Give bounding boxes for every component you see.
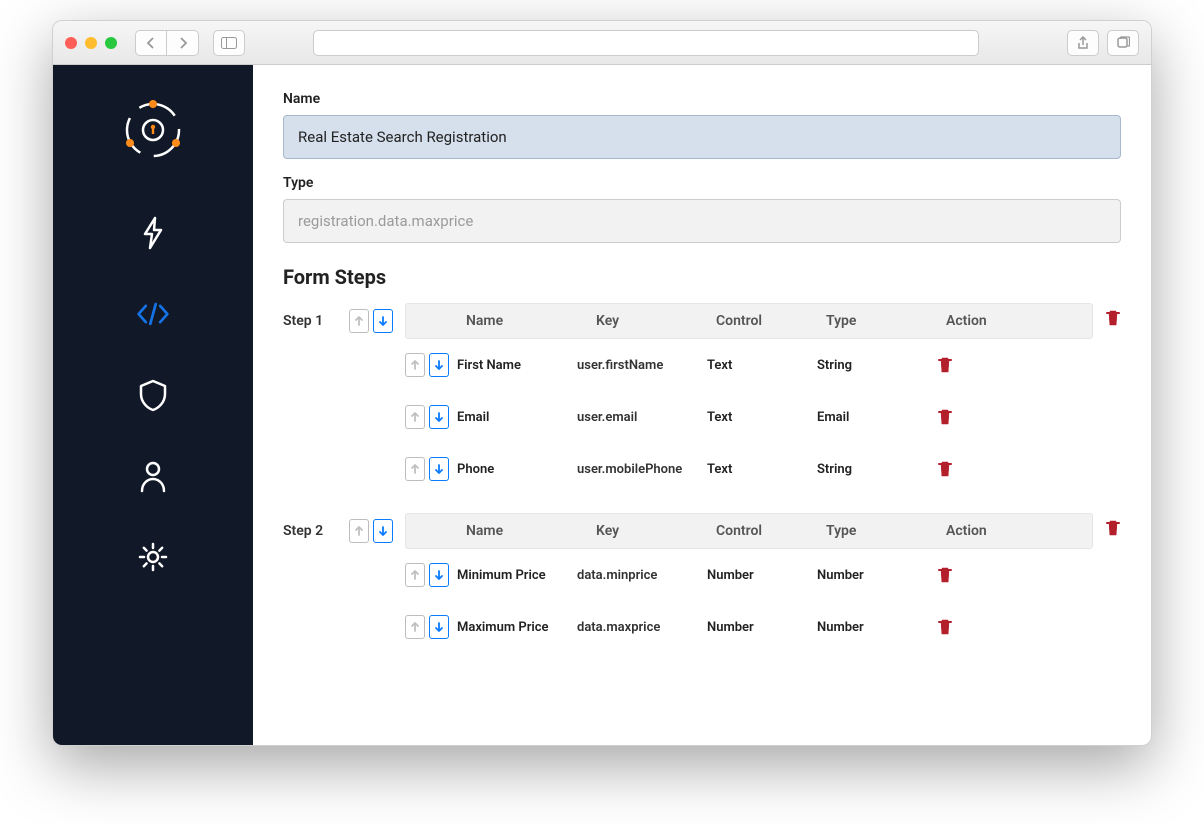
row-move-up-button[interactable] bbox=[405, 563, 425, 587]
row-delete-button[interactable] bbox=[937, 566, 997, 584]
sidebar bbox=[53, 65, 253, 745]
step-block: Step 1NameKeyControlTypeActionFirst Name… bbox=[283, 303, 1121, 495]
cell-name: Email bbox=[457, 410, 577, 425]
col-type: Type bbox=[826, 313, 946, 329]
name-input-value: Real Estate Search Registration bbox=[298, 128, 507, 146]
col-name: Name bbox=[466, 523, 596, 539]
cell-key: data.minprice bbox=[577, 568, 707, 583]
app-logo bbox=[113, 90, 193, 170]
cell-control: Number bbox=[707, 568, 817, 583]
row-move-down-button[interactable] bbox=[429, 563, 449, 587]
row-move-down-button[interactable] bbox=[429, 353, 449, 377]
share-button[interactable] bbox=[1067, 30, 1099, 56]
maximize-window-button[interactable] bbox=[105, 37, 117, 49]
table-header: NameKeyControlTypeAction bbox=[405, 513, 1093, 549]
cell-name: First Name bbox=[457, 358, 577, 373]
window-controls bbox=[65, 37, 117, 49]
cell-name: Phone bbox=[457, 462, 577, 477]
col-name: Name bbox=[466, 313, 596, 329]
lightning-icon[interactable] bbox=[135, 215, 171, 251]
table-row: Maximum Pricedata.maxpriceNumberNumber bbox=[405, 601, 1093, 653]
cell-type: String bbox=[817, 358, 937, 373]
col-type: Type bbox=[826, 523, 946, 539]
name-label: Name bbox=[283, 91, 1121, 107]
type-input[interactable]: registration.data.maxprice bbox=[283, 199, 1121, 243]
col-key: Key bbox=[596, 523, 716, 539]
col-action: Action bbox=[946, 523, 1026, 539]
table-row: Minimum Pricedata.minpriceNumberNumber bbox=[405, 549, 1093, 601]
back-button[interactable] bbox=[135, 30, 167, 56]
table-row: Phoneuser.mobilePhoneTextString bbox=[405, 443, 1093, 495]
row-delete-button[interactable] bbox=[937, 618, 997, 636]
col-control: Control bbox=[716, 313, 826, 329]
minimize-window-button[interactable] bbox=[85, 37, 97, 49]
row-move-up-button[interactable] bbox=[405, 615, 425, 639]
form-steps-heading: Form Steps bbox=[283, 265, 1121, 289]
type-label: Type bbox=[283, 175, 1121, 191]
step-move-down-button[interactable] bbox=[373, 309, 393, 333]
cell-key: user.email bbox=[577, 410, 707, 425]
user-icon[interactable] bbox=[135, 458, 171, 494]
cell-control: Number bbox=[707, 620, 817, 635]
table-row: First Nameuser.firstNameTextString bbox=[405, 339, 1093, 391]
cell-name: Maximum Price bbox=[457, 620, 577, 635]
cell-control: Text bbox=[707, 410, 817, 425]
col-control: Control bbox=[716, 523, 826, 539]
step-block: Step 2NameKeyControlTypeActionMinimum Pr… bbox=[283, 513, 1121, 653]
row-delete-button[interactable] bbox=[937, 408, 997, 426]
col-key: Key bbox=[596, 313, 716, 329]
table-row: Emailuser.emailTextEmail bbox=[405, 391, 1093, 443]
step-label: Step 2 bbox=[283, 513, 339, 543]
row-move-down-button[interactable] bbox=[429, 405, 449, 429]
step-move-down-button[interactable] bbox=[373, 519, 393, 543]
name-input[interactable]: Real Estate Search Registration bbox=[283, 115, 1121, 159]
titlebar bbox=[53, 21, 1151, 65]
code-icon[interactable] bbox=[135, 296, 171, 332]
cell-type: String bbox=[817, 462, 937, 477]
cell-type: Number bbox=[817, 620, 937, 635]
cell-type: Number bbox=[817, 568, 937, 583]
cell-key: user.mobilePhone bbox=[577, 462, 707, 477]
step-delete-button[interactable] bbox=[1105, 303, 1121, 327]
cell-key: user.firstName bbox=[577, 358, 707, 373]
step-move-up-button[interactable] bbox=[349, 309, 369, 333]
cell-key: data.maxprice bbox=[577, 620, 707, 635]
cell-control: Text bbox=[707, 462, 817, 477]
row-delete-button[interactable] bbox=[937, 356, 997, 374]
row-move-up-button[interactable] bbox=[405, 457, 425, 481]
step-move-up-button[interactable] bbox=[349, 519, 369, 543]
address-bar[interactable] bbox=[313, 30, 979, 56]
row-delete-button[interactable] bbox=[937, 460, 997, 478]
gear-icon[interactable] bbox=[135, 539, 171, 575]
type-input-placeholder: registration.data.maxprice bbox=[298, 212, 473, 230]
step-label: Step 1 bbox=[283, 303, 339, 333]
row-move-down-button[interactable] bbox=[429, 615, 449, 639]
forward-button[interactable] bbox=[167, 30, 199, 56]
close-window-button[interactable] bbox=[65, 37, 77, 49]
shield-icon[interactable] bbox=[135, 377, 171, 413]
row-move-up-button[interactable] bbox=[405, 405, 425, 429]
tabs-button[interactable] bbox=[1107, 30, 1139, 56]
cell-control: Text bbox=[707, 358, 817, 373]
nav-back-forward bbox=[135, 30, 199, 56]
cell-type: Email bbox=[817, 410, 937, 425]
sidebar-toggle-button[interactable] bbox=[213, 30, 245, 56]
row-move-up-button[interactable] bbox=[405, 353, 425, 377]
col-action: Action bbox=[946, 313, 1026, 329]
step-delete-button[interactable] bbox=[1105, 513, 1121, 537]
main-content: Name Real Estate Search Registration Typ… bbox=[253, 65, 1151, 745]
table-header: NameKeyControlTypeAction bbox=[405, 303, 1093, 339]
row-move-down-button[interactable] bbox=[429, 457, 449, 481]
cell-name: Minimum Price bbox=[457, 568, 577, 583]
browser-window: Name Real Estate Search Registration Typ… bbox=[52, 20, 1152, 746]
